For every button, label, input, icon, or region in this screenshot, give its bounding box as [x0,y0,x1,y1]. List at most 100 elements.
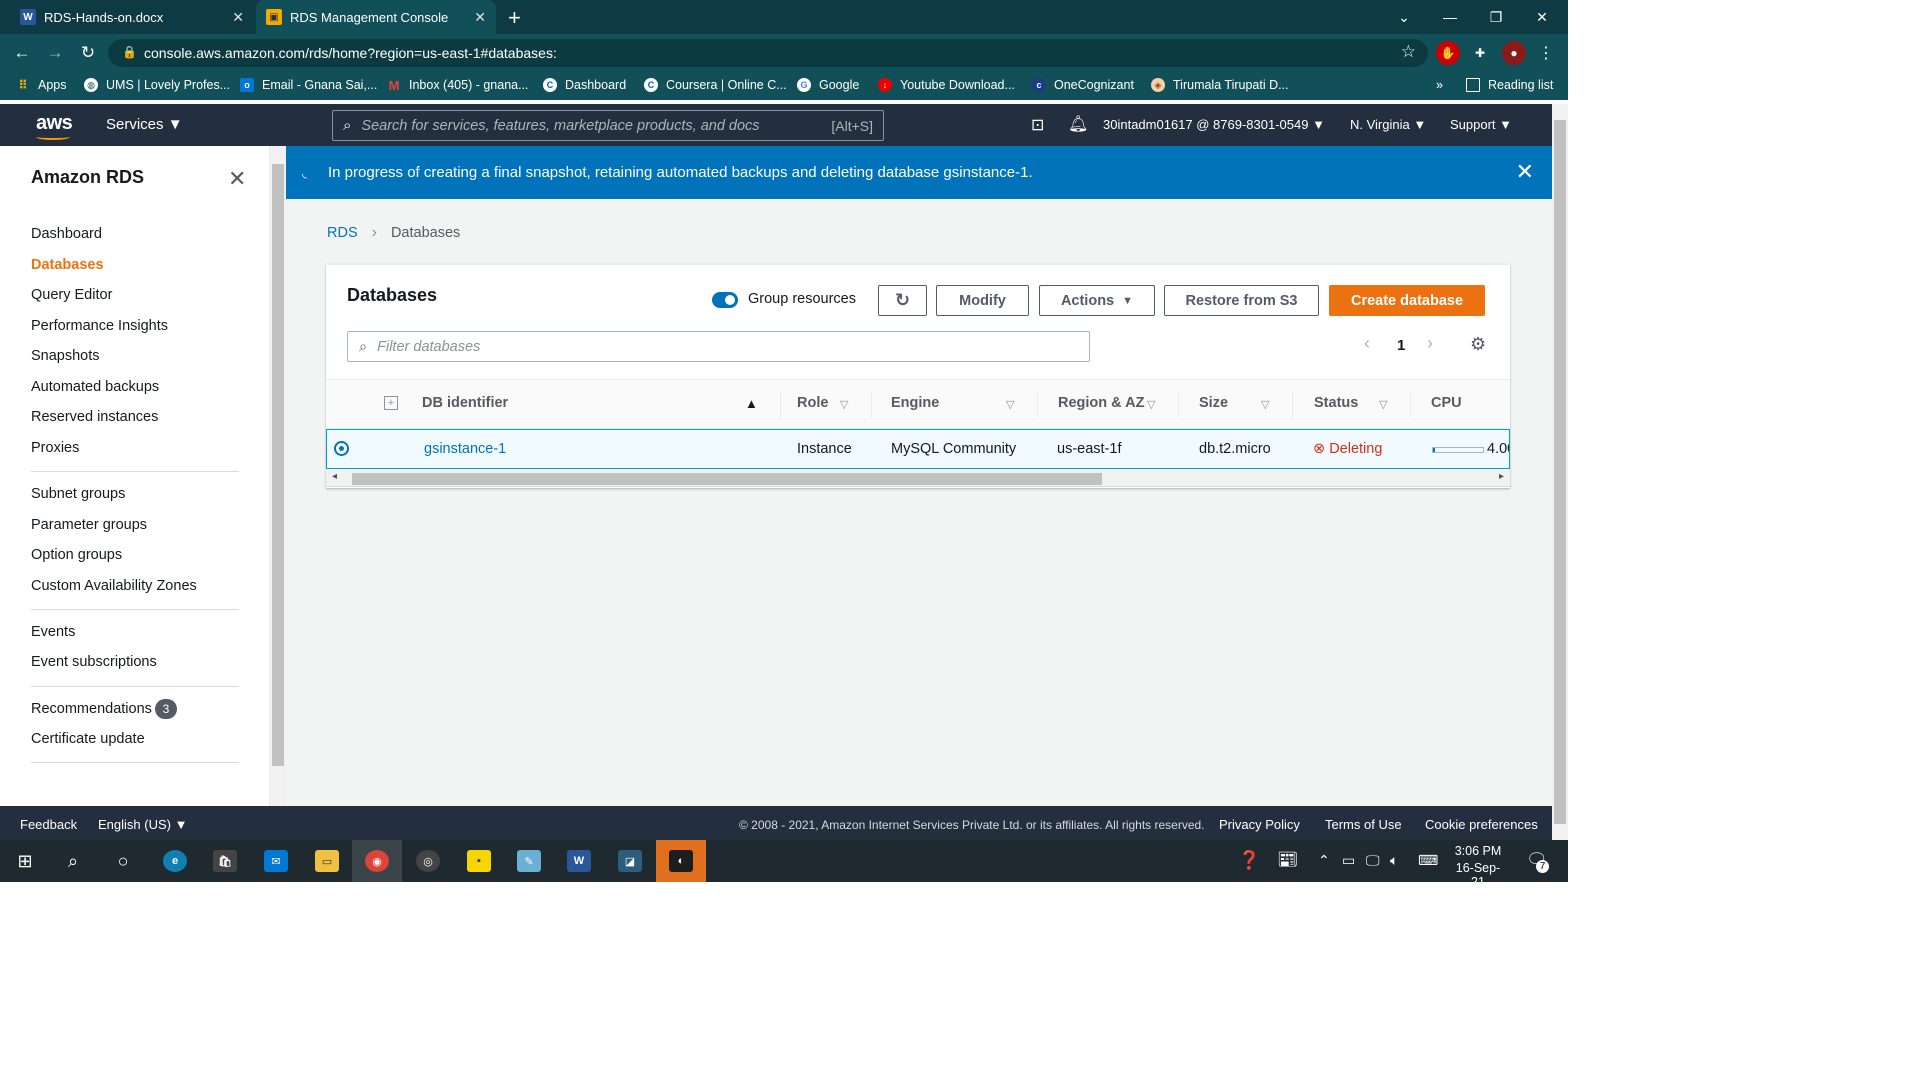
extensions-puzzle-icon[interactable]: ✚ [1468,41,1492,65]
bookmark-ums[interactable]: ◍ UMS | Lovely Profes... [84,78,230,92]
sidebar-item-performance-insights[interactable]: Performance Insights [31,318,168,334]
db-identifier-link[interactable]: gsinstance-1 [424,441,506,457]
scroll-left-icon[interactable]: ◂ [332,471,337,482]
snip-tool-icon[interactable]: ✎ [504,840,554,882]
clock[interactable]: 3:06 PM 16-Sep-21 [1452,844,1504,889]
chrome-icon[interactable]: ◉ [352,840,402,882]
close-window-icon[interactable]: ✕ [1519,0,1565,34]
profile-avatar[interactable]: ● [1502,41,1526,65]
expand-all-icon[interactable]: + [384,396,398,410]
group-resources-toggle[interactable] [712,292,738,308]
close-tab-icon[interactable]: ✕ [232,9,244,26]
region-menu[interactable]: N. Virginia ▼ [1350,117,1426,132]
browser-menu-icon[interactable]: ⋮ [1534,41,1558,65]
feedback-link[interactable]: Feedback [20,817,77,832]
bookmark-dashboard[interactable]: C Dashboard [543,78,626,92]
page-scrollbar[interactable] [1552,104,1568,840]
sidebar-item-proxies[interactable]: Proxies [31,440,79,456]
restore-icon[interactable]: ❐ [1473,0,1519,34]
cortana-icon[interactable]: ○ [98,840,148,882]
volume-icon[interactable]: 🔈︎ [1390,852,1398,869]
refresh-button[interactable]: ↻ [878,285,927,316]
restore-from-s3-button[interactable]: Restore from S3 [1164,285,1319,316]
cisco-webex-icon[interactable]: ◐ [656,840,706,882]
show-hidden-icons[interactable]: ⌃ [1318,852,1330,869]
bookmark-youtube-download[interactable]: ↓ Youtube Download... [878,78,1015,92]
cloudshell-icon[interactable]: ⊡ [1031,115,1044,135]
aws-logo[interactable]: aws [36,112,73,140]
sidebar-item-dashboard[interactable]: Dashboard [31,226,102,242]
forward-icon[interactable]: → [42,40,68,66]
modify-button[interactable]: Modify [936,285,1029,316]
column-status[interactable]: Status [1314,395,1358,411]
actions-button[interactable]: Actions ▼ [1039,285,1155,316]
column-role[interactable]: Role [797,395,828,411]
search-icon[interactable]: ⌕ [48,840,98,882]
tab-search-icon[interactable]: ⌄ [1381,0,1427,34]
sidebar-item-reserved-instances[interactable]: Reserved instances [31,409,158,425]
sidebar-item-events[interactable]: Events [31,624,75,640]
services-menu[interactable]: Services ▼ [106,116,183,133]
next-page-icon[interactable]: › [1427,333,1433,354]
media-player-icon[interactable]: ◎ [403,840,453,882]
address-bar[interactable]: 🔒 console.aws.amazon.com/rds/home?region… [108,39,1428,67]
sort-ascending-icon[interactable]: ▲ [745,396,758,411]
terms-of-use-link[interactable]: Terms of Use [1325,817,1402,832]
windows-start-icon[interactable]: ⊞ [0,840,50,882]
bookmark-tirumala[interactable]: ◈ Tirumala Tirupati D... [1151,78,1289,92]
sort-icon[interactable]: ▽ [1147,398,1155,411]
sort-icon[interactable]: ▽ [1006,398,1014,411]
sidebar-item-recommendations[interactable]: Recommendations 3 [31,699,177,719]
network-icon[interactable]: 🖵︎ [1366,852,1380,869]
sidebar-item-event-subscriptions[interactable]: Event subscriptions [31,654,157,670]
bookmark-coursera[interactable]: C Coursera | Online C... [644,78,787,92]
sort-icon[interactable]: ▽ [1261,398,1269,411]
sidebar-item-query-editor[interactable]: Query Editor [31,287,112,303]
account-menu[interactable]: 30intadm01617 @ 8769-8301-0549 ▼ [1103,117,1325,132]
column-cpu[interactable]: CPU [1431,395,1462,411]
close-tab-icon[interactable]: ✕ [474,9,486,26]
cookie-preferences-link[interactable]: Cookie preferences [1425,817,1538,832]
bookmark-google[interactable]: G Google [797,78,859,92]
extension-adblock-icon[interactable]: ✋ [1436,41,1460,65]
sidebar-item-custom-availability-zones[interactable]: Custom Availability Zones [31,578,197,594]
privacy-policy-link[interactable]: Privacy Policy [1219,817,1300,832]
bookmark-star-icon[interactable]: ☆ [1401,42,1416,62]
settings-gear-icon[interactable]: ⚙ [1470,334,1486,355]
tab-rds-console[interactable]: ▣ RDS Management Console ✕ [256,0,496,34]
breadcrumb-rds[interactable]: RDS [327,225,358,241]
more-bookmarks[interactable]: » [1436,78,1443,92]
keyboard-icon[interactable]: ⌨ [1418,852,1438,869]
sidebar-scrollbar[interactable] [270,146,286,806]
store-icon[interactable]: 🛍︎ [200,840,250,882]
battery-icon[interactable]: ▭ [1342,852,1355,869]
bookmark-apps[interactable]: ⠿ Apps [16,78,66,92]
sticky-notes-icon[interactable]: ▪ [454,840,504,882]
scrollbar-thumb[interactable] [1554,120,1566,824]
bookmark-onecognizant[interactable]: c OneCognizant [1032,78,1134,92]
help-icon[interactable]: ❓ [1238,850,1260,871]
reload-icon[interactable]: ↻ [75,40,101,66]
scroll-right-icon[interactable]: ▸ [1499,471,1504,482]
sidebar-item-snapshots[interactable]: Snapshots [31,348,100,364]
column-size[interactable]: Size [1199,395,1228,411]
support-menu[interactable]: Support ▼ [1450,117,1512,132]
bookmark-email[interactable]: o Email - Gnana Sai,... [240,78,377,92]
filter-databases-input[interactable]: ⌕ Filter databases [347,331,1090,362]
create-database-button[interactable]: Create database [1329,285,1485,316]
table-horizontal-scrollbar[interactable]: ◂ ▸ [326,469,1510,487]
sidebar-item-certificate-update[interactable]: Certificate update [31,731,145,747]
mysql-workbench-icon[interactable]: ◪ [605,840,655,882]
sidebar-item-option-groups[interactable]: Option groups [31,547,122,563]
table-row[interactable]: gsinstance-1 Instance MySQL Community us… [326,429,1510,469]
page-number[interactable]: 1 [1397,337,1405,354]
word-icon[interactable]: W [554,840,604,882]
back-icon[interactable]: ← [9,40,35,66]
sidebar-item-automated-backups[interactable]: Automated backups [31,379,159,395]
tab-word-doc[interactable]: W RDS-Hands-on.docx ✕ [0,0,254,34]
aws-search-input[interactable]: ⌕ Search for services, features, marketp… [332,110,884,141]
language-selector[interactable]: English (US) ▼ [98,817,187,832]
file-explorer-icon[interactable]: ▭ [302,840,352,882]
dismiss-flash-icon[interactable]: ✕ [1516,159,1534,185]
edge-browser-icon[interactable]: e [150,840,200,882]
